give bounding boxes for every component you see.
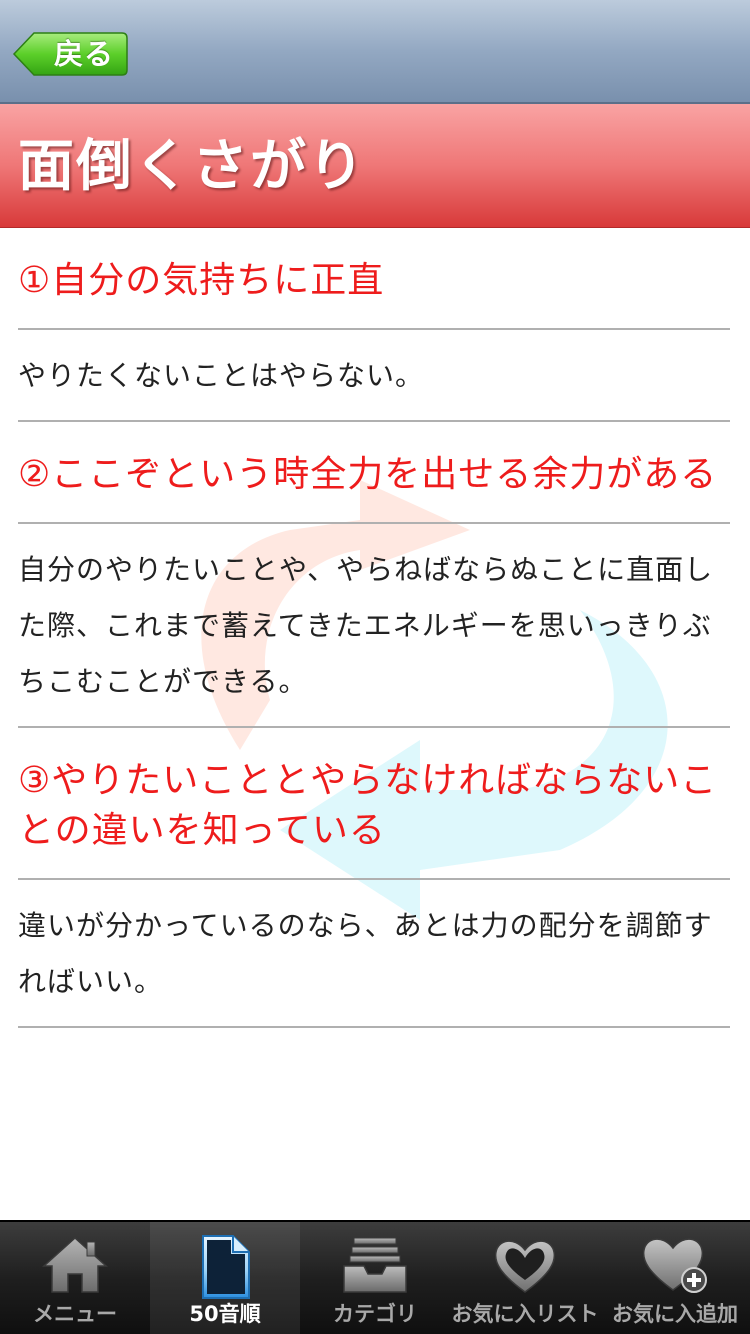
title-band: 面倒くさがり: [0, 104, 750, 228]
back-button-label: 戻る: [53, 37, 114, 71]
tab-menu[interactable]: メニュー: [0, 1222, 150, 1334]
document-icon: [202, 1235, 250, 1299]
navigation-bar: 戻る: [0, 0, 750, 104]
section-heading-1: ①自分の気持ちに正直: [18, 230, 730, 330]
section-body-3: 違いが分かっているのなら、あとは力の配分を調節すればいい。: [18, 880, 730, 1028]
section-body-1: やりたくないことはやらない。: [18, 330, 730, 422]
inbox-tray-icon: [343, 1237, 407, 1293]
tab-label: メニュー: [33, 1302, 117, 1326]
content-area: ①自分の気持ちに正直 やりたくないことはやらない。 ②ここぞという時全力を出せる…: [18, 230, 730, 1028]
section-body-2: 自分のやりたいことや、やらねばならぬことに直面した際、これまで蓄えてきたエネルギ…: [18, 524, 730, 728]
home-icon: [42, 1236, 108, 1293]
tab-label: お気に入追加: [612, 1302, 738, 1326]
tab-favorite-add[interactable]: お気に入追加: [600, 1222, 750, 1334]
back-button[interactable]: 戻る: [12, 31, 128, 77]
page-title: 面倒くさがり: [18, 134, 366, 199]
tab-bar: メニュー 50音順 カテゴリ お気に入リスト お気に入追加: [0, 1220, 750, 1334]
section-heading-2: ②ここぞという時全力を出せる余力がある: [18, 422, 730, 524]
tab-category[interactable]: カテゴリ: [300, 1222, 450, 1334]
tab-label: お気に入リスト: [451, 1302, 599, 1326]
heart-plus-icon: [642, 1238, 707, 1293]
heart-outline-icon: [494, 1240, 556, 1293]
tab-label: 50音順: [189, 1302, 261, 1326]
tab-favorite-list[interactable]: お気に入リスト: [450, 1222, 600, 1334]
section-heading-3: ③やりたいこととやらなければならないことの違いを知っている: [18, 728, 730, 880]
tab-label: カテゴリ: [333, 1302, 417, 1326]
tab-50on[interactable]: 50音順: [150, 1222, 300, 1334]
